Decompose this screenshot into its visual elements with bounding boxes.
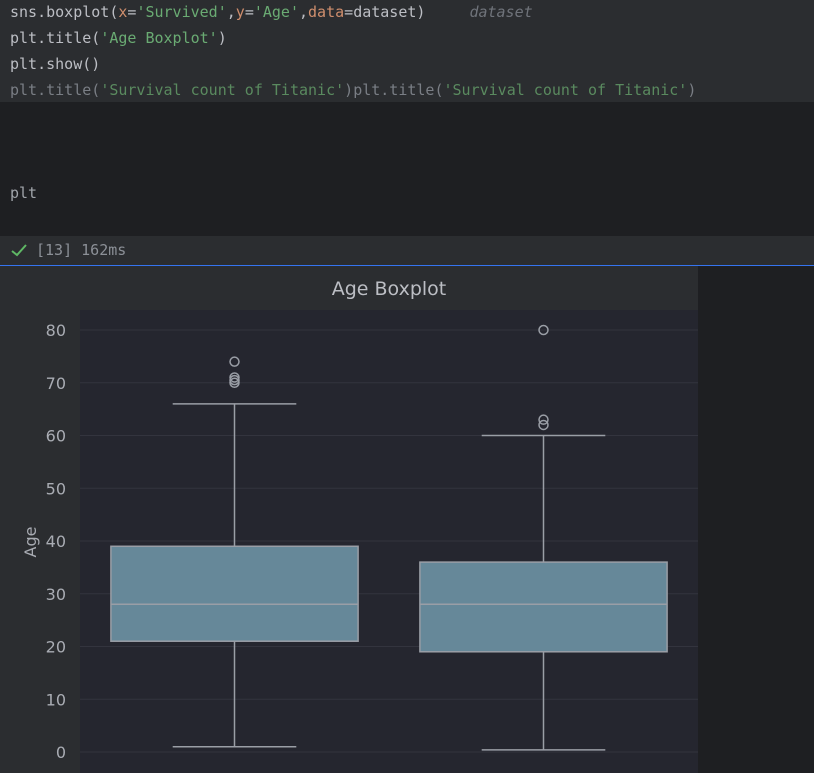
execution-time: [13] 162ms bbox=[36, 241, 127, 259]
y-tick-label: 50 bbox=[46, 479, 66, 498]
code-token: sns.boxplot( bbox=[10, 3, 119, 21]
code-token: , bbox=[226, 3, 236, 21]
code-param: data bbox=[308, 3, 345, 21]
code-string: 'Survival count of Titanic' bbox=[100, 81, 345, 99]
inlay-hint: dataset bbox=[469, 3, 533, 21]
y-tick-label: 40 bbox=[46, 532, 66, 551]
boxplot-chart: 0 10 20 30 40 50 60 70 80 Age bbox=[21, 310, 698, 773]
y-tick-label: 60 bbox=[46, 427, 66, 446]
code-line-1: sns.boxplot(x='Survived',y='Age',data=da… bbox=[10, 1, 533, 23]
checkmark-icon bbox=[11, 244, 27, 257]
y-tick-label: 10 bbox=[46, 690, 66, 709]
y-tick-label: 0 bbox=[56, 743, 66, 762]
markdown-cell[interactable]: plt bbox=[0, 102, 814, 236]
y-tick-label: 80 bbox=[46, 321, 66, 340]
y-axis-label: Age bbox=[21, 527, 40, 558]
code-line-3: plt.show() bbox=[10, 55, 101, 73]
code-token: plt.title( bbox=[353, 81, 444, 99]
code-string: 'Age Boxplot' bbox=[100, 29, 218, 47]
code-line-2: plt.title('Age Boxplot') bbox=[10, 27, 227, 49]
markdown-text: plt bbox=[10, 184, 38, 202]
code-cell[interactable]: sns.boxplot(x='Survived',y='Age',data=da… bbox=[0, 0, 814, 102]
box bbox=[110, 545, 359, 642]
code-token: plt.title( bbox=[10, 81, 101, 99]
code-token: , bbox=[299, 3, 309, 21]
code-string: 'Survival count of Titanic' bbox=[443, 81, 688, 99]
code-param: y bbox=[235, 3, 245, 21]
code-token: dataset) bbox=[353, 3, 426, 21]
code-string: 'Survived' bbox=[136, 3, 227, 21]
y-tick-label: 70 bbox=[46, 374, 66, 393]
code-token: ) bbox=[344, 81, 354, 99]
code-line-4: plt.title('Survival count of Titanic')pl… bbox=[10, 79, 696, 101]
code-string: 'Age' bbox=[253, 3, 299, 21]
code-token: = bbox=[244, 3, 254, 21]
y-tick-label: 20 bbox=[46, 638, 66, 657]
cell-output: Age Boxplot 0 10 20 30 40 50 60 70 80 Age bbox=[0, 266, 814, 773]
code-token: = bbox=[344, 3, 354, 21]
y-tick-label: 30 bbox=[46, 585, 66, 604]
box bbox=[419, 561, 668, 653]
cell-execution-status: [13] 162ms bbox=[0, 236, 814, 266]
code-token: plt.title( bbox=[10, 29, 101, 47]
chart-figure: Age Boxplot 0 10 20 30 40 50 60 70 80 Age bbox=[0, 266, 698, 773]
code-token: ) bbox=[687, 81, 697, 99]
code-token: ) bbox=[217, 29, 227, 47]
